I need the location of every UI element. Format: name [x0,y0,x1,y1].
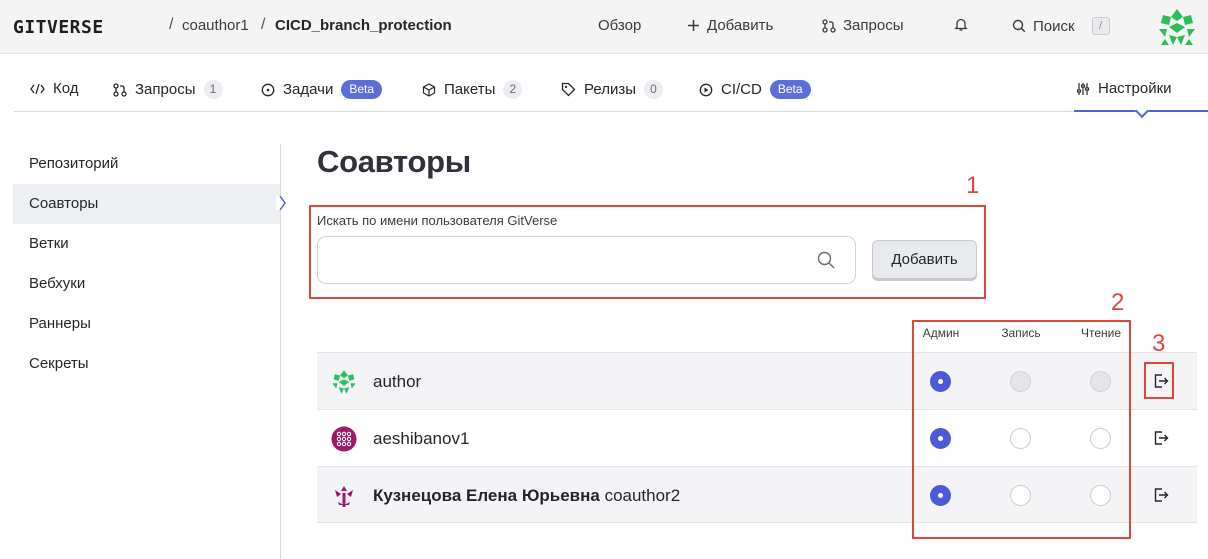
tab-label: Пакеты [444,81,496,98]
active-tab-notch [1134,103,1150,119]
pull-request-icon [822,18,836,33]
annotation-number-1: 1 [966,172,980,199]
username: coauthor2 [604,486,681,505]
user-avatar[interactable] [1157,7,1197,47]
tab-issues[interactable]: Задачи Beta [261,80,383,99]
tab-code[interactable]: Код [30,80,79,97]
full-name: Кузнецова Елена Юрьевна [373,486,600,505]
annotation-number-3: 3 [1152,330,1166,357]
nav-add-label: Добавить [707,17,774,34]
issue-icon [261,83,275,96]
tab-label: Код [53,80,79,97]
sliders-icon [1076,82,1090,95]
tab-releases[interactable]: Релизы 0 [561,80,663,99]
active-item-pointer [276,196,286,210]
nav-requests-label: Запросы [843,17,904,34]
beta-badge: Beta [341,80,383,99]
tab-packages[interactable]: Пакеты 2 [422,80,523,99]
tab-settings[interactable]: Настройки [1076,80,1172,97]
tab-label: CI/CD [721,81,762,98]
tab-label: Запросы [135,81,196,98]
tab-label: Релизы [584,81,636,98]
nav-add[interactable]: Добавить [687,17,773,34]
remove-collaborator-icon[interactable] [1153,430,1169,446]
page-title: Соавторы [317,144,471,179]
username: author [373,372,422,391]
nav-overview[interactable]: Обзор [598,17,641,34]
sidebar-item-collaborators[interactable]: Соавторы [13,184,281,224]
breadcrumb-repo[interactable]: CICD_branch_protection [275,17,452,34]
tag-icon [561,82,576,97]
username: aeshibanov1 [373,429,470,448]
sidebar-item-repository[interactable]: Репозиторий [13,144,281,184]
search-icon [1012,19,1026,33]
bell-icon [954,18,968,31]
collaborator-name[interactable]: aeshibanov1 [373,429,469,449]
count-badge: 1 [203,80,223,99]
nav-search-label: Поиск [1033,17,1075,35]
sidebar-item-secrets[interactable]: Секреты [13,344,281,384]
nav-requests[interactable]: Запросы [822,17,904,34]
avatar [332,370,356,394]
tab-label: Настройки [1098,80,1172,97]
package-icon [422,82,436,97]
notifications-button[interactable] [954,17,968,32]
breadcrumb-separator: / [169,16,174,33]
code-icon [30,83,45,94]
play-circle-icon [699,83,713,96]
collaborator-name[interactable]: author [373,372,421,392]
top-bar: GITVERSE / coauthor1 / CICD_branch_prote… [0,0,1208,54]
annotation-box-3 [1144,362,1174,399]
sidebar-item-branches[interactable]: Ветки [13,224,281,264]
remove-collaborator-icon[interactable] [1153,487,1169,503]
collaborator-name[interactable]: Кузнецова Елена Юрьевна coauthor2 [373,486,680,506]
avatar [335,486,353,507]
plus-icon [688,20,699,31]
tab-requests[interactable]: Запросы 1 [113,80,223,99]
search-shortcut-hint: / [1091,17,1110,35]
count-badge: 2 [503,80,523,99]
breadcrumb-owner[interactable]: coauthor1 [182,17,249,34]
pull-request-icon [113,82,127,97]
gitverse-logo[interactable]: GITVERSE [13,17,104,38]
sidebar-item-webhooks[interactable]: Вебхуки [13,264,281,304]
sidebar-item-runners[interactable]: Раннеры [13,304,281,344]
avatar [331,426,357,452]
nav-overview-label: Обзор [598,17,642,34]
beta-badge: Beta [769,80,811,99]
nav-search[interactable]: Поиск / [1012,17,1110,35]
repo-tabs: Код Запросы 1 Задачи Beta Пакеты 2 Релиз… [14,70,1208,119]
tab-label: Задачи [283,81,334,98]
annotation-number-2: 2 [1111,289,1125,316]
breadcrumb-separator: / [261,16,266,33]
annotation-box-2 [912,320,1131,539]
count-badge: 0 [643,80,663,99]
tab-cicd[interactable]: CI/CD Beta [699,80,811,99]
annotation-box-1 [309,205,986,299]
